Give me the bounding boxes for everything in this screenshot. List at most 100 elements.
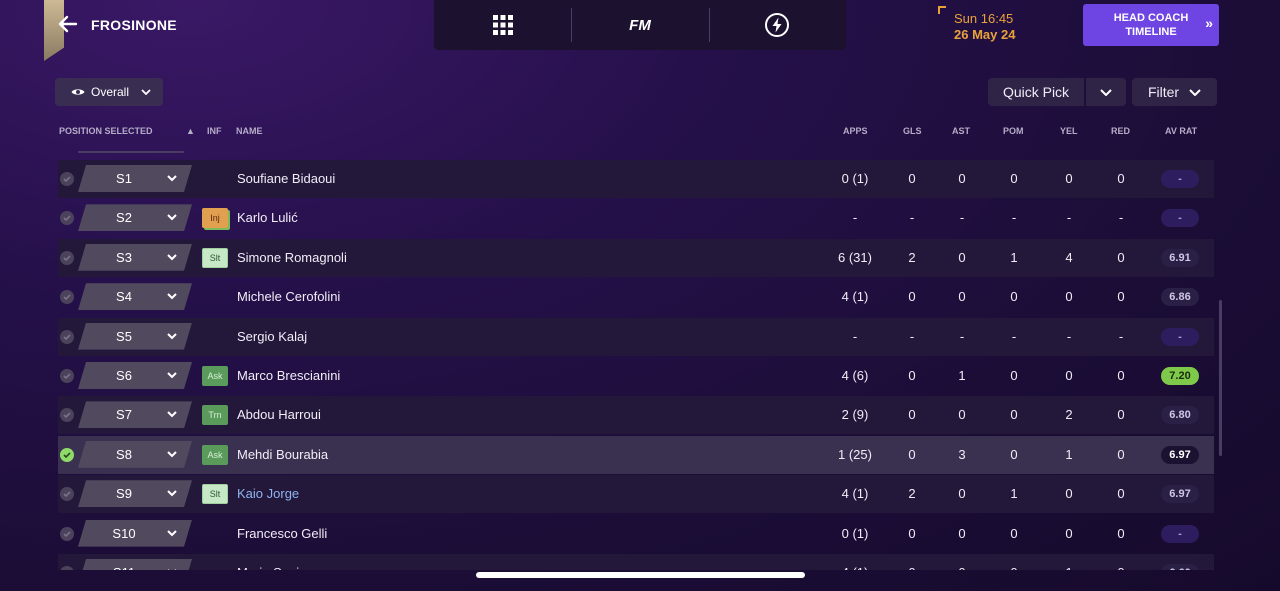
table-row[interactable]: S9 Slt Kaio Jorge 4 (1) 2 0 1 0 0 6.97 — [58, 475, 1214, 514]
info-badge[interactable]: Slt — [202, 247, 228, 268]
position-select[interactable]: S7 — [78, 401, 192, 428]
player-name[interactable]: Karlo Lulić — [237, 210, 298, 225]
info-badge[interactable]: Ask — [202, 366, 228, 386]
row-check-icon[interactable] — [60, 172, 74, 186]
row-check-icon[interactable] — [60, 447, 74, 462]
player-name[interactable]: Abdou Harroui — [237, 407, 321, 422]
player-name[interactable]: Simone Romagnoli — [237, 250, 347, 265]
row-check-icon[interactable] — [60, 408, 74, 423]
position-select[interactable]: S9 — [78, 480, 192, 507]
player-name[interactable]: Sergio Kalaj — [237, 329, 307, 344]
chevron-down-icon — [166, 172, 178, 184]
table-row[interactable]: S7 Trn Abdou Harroui 2 (9) 0 0 0 2 0 6.80 — [58, 396, 1214, 435]
stat-yel: 0 — [1065, 368, 1073, 383]
col-header-gls[interactable]: GLS — [903, 126, 922, 136]
row-check-icon[interactable] — [60, 250, 74, 265]
info-badge[interactable]: Trn — [202, 405, 228, 426]
chevron-down-icon — [166, 251, 178, 263]
chevron-down-icon — [1189, 88, 1201, 96]
position-select[interactable]: S5 — [78, 323, 192, 350]
view-select-button[interactable]: Overall — [55, 78, 163, 106]
head-coach-timeline-button[interactable]: HEAD COACH TIMELINE » — [1083, 4, 1219, 46]
player-name[interactable]: Michele Cerofolini — [237, 289, 340, 304]
position-select[interactable]: S3 — [78, 244, 192, 271]
stat-red: 0 — [1117, 486, 1125, 502]
position-select[interactable]: S8 — [78, 441, 192, 468]
stat-apps: 4 (1) — [841, 486, 869, 502]
chevron-down-icon — [166, 408, 178, 420]
player-name[interactable]: Kaio Jorge — [237, 486, 299, 501]
row-check-icon[interactable] — [60, 566, 74, 570]
position-label: S5 — [116, 328, 132, 344]
stat-ast: 3 — [958, 446, 966, 462]
col-header-red[interactable]: RED — [1111, 126, 1130, 136]
back-button[interactable] — [56, 12, 80, 36]
stat-ast: 0 — [958, 249, 966, 265]
lightning-circle-icon — [765, 13, 790, 37]
player-name[interactable]: Marco Brescianini — [237, 368, 340, 383]
fm-home-button[interactable]: FM — [571, 0, 708, 50]
datetime-corner — [938, 6, 946, 14]
player-name[interactable]: Soufiane Bidaoui — [237, 171, 335, 186]
grid-menu-button[interactable] — [434, 0, 571, 50]
col-header-inf[interactable]: INF — [207, 126, 222, 136]
row-check-icon[interactable] — [60, 329, 74, 344]
info-badge[interactable]: Ask — [202, 444, 228, 465]
col-header-apps[interactable]: APPS — [843, 126, 868, 136]
position-select[interactable]: S4 — [78, 283, 192, 310]
stat-pom: 0 — [1010, 368, 1018, 383]
table-row[interactable]: S1 Soufiane Bidaoui 0 (1) 0 0 0 0 0 - — [58, 160, 1214, 198]
quick-pick-dropdown[interactable] — [1086, 78, 1126, 106]
stat-red: 0 — [1117, 249, 1125, 265]
average-rating-badge: - — [1161, 327, 1199, 346]
row-check-icon[interactable] — [60, 290, 74, 305]
position-select[interactable]: S10 — [78, 520, 192, 547]
table-row[interactable]: S8 Ask Mehdi Bourabia 1 (25) 0 3 0 1 0 6.97 — [58, 435, 1214, 474]
stat-apps: 1 (25) — [838, 446, 872, 462]
col-header-ast[interactable]: AST — [952, 126, 970, 136]
position-label: S9 — [116, 486, 132, 502]
position-label: S6 — [116, 368, 132, 383]
club-name[interactable]: FROSINONE — [91, 17, 177, 33]
sort-asc-icon[interactable]: ▲ — [186, 126, 195, 136]
stat-yel: - — [1066, 328, 1072, 344]
info-badge[interactable]: Inj — [202, 208, 228, 229]
table-row[interactable]: S10 Francesco Gelli 0 (1) 0 0 0 0 0 - — [58, 515, 1214, 553]
position-select[interactable]: S2 — [78, 204, 192, 231]
table-row[interactable]: S6 Ask Marco Brescianini 4 (6) 0 1 0 0 0 7.20 — [58, 357, 1214, 395]
player-name[interactable]: Francesco Gelli — [237, 526, 327, 541]
table-row[interactable]: S5 Sergio Kalaj - - - - - - - — [58, 317, 1214, 356]
info-badge[interactable]: Slt — [202, 484, 228, 505]
player-name[interactable]: Mehdi Bourabia — [237, 447, 328, 462]
col-header-yel[interactable]: YEL — [1060, 126, 1078, 136]
continue-button[interactable] — [708, 0, 846, 50]
col-header-name[interactable]: NAME — [236, 126, 263, 136]
average-rating-badge: - — [1161, 524, 1199, 543]
stat-apps: - — [852, 210, 858, 226]
row-check-icon[interactable] — [60, 487, 74, 502]
player-name[interactable]: Mario Sanio — [237, 565, 306, 570]
stat-ast: - — [959, 328, 965, 344]
position-select[interactable]: S1 — [78, 165, 192, 192]
table-row[interactable]: S2 Inj Karlo Lulić - - - - - - - — [58, 199, 1214, 237]
col-header-position[interactable]: POSITION SELECTED — [59, 126, 153, 136]
row-check-icon[interactable] — [60, 526, 74, 541]
stat-gls: - — [909, 210, 915, 226]
table-row[interactable]: S4 Michele Cerofolini 4 (1) 0 0 0 0 0 6.86 — [58, 278, 1214, 316]
eye-icon — [71, 89, 85, 95]
stat-gls: 0 — [908, 171, 916, 186]
row-check-icon[interactable] — [60, 211, 74, 226]
col-header-av-rat[interactable]: AV RAT — [1165, 126, 1197, 136]
position-select[interactable]: S6 — [78, 362, 192, 389]
row-check-icon[interactable] — [60, 369, 74, 383]
table-row[interactable]: S11 Mario Sanio 4 (1) 0 0 0 1 0 6.60 — [58, 554, 1214, 570]
filter-button[interactable]: Filter — [1132, 78, 1217, 106]
average-rating-badge: 6.86 — [1161, 288, 1199, 307]
position-label: S2 — [116, 210, 132, 226]
scrollbar[interactable] — [1219, 300, 1222, 456]
col-header-pom[interactable]: POM — [1003, 126, 1024, 136]
quick-pick-button[interactable]: Quick Pick — [988, 78, 1084, 106]
position-select[interactable]: S11 — [78, 559, 192, 570]
home-indicator[interactable] — [476, 572, 805, 578]
table-row[interactable]: S3 Slt Simone Romagnoli 6 (31) 2 0 1 4 0 6.91 — [58, 238, 1214, 277]
